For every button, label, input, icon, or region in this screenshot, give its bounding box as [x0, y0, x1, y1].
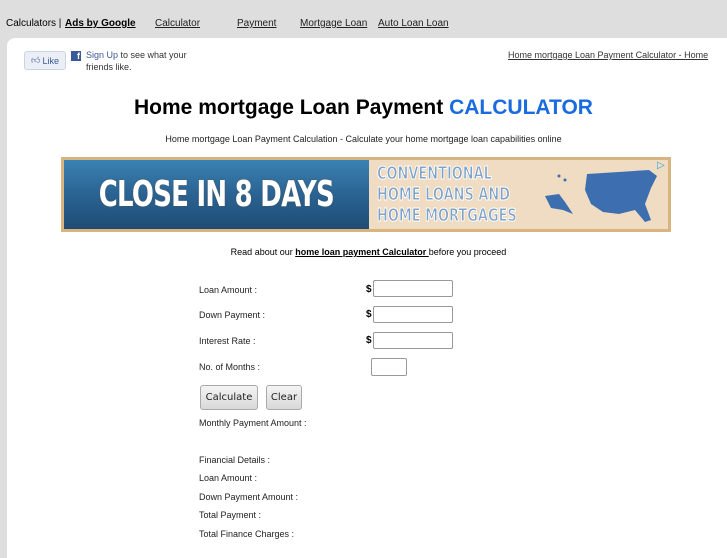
calculator-info-link[interactable]: home loan payment Calculator: [295, 247, 429, 257]
nav-link-calculator[interactable]: Calculator: [155, 18, 200, 29]
interest-rate-label: Interest Rate :: [199, 336, 256, 346]
nav-link-auto-loan[interactable]: Auto Loan Loan: [378, 18, 449, 29]
adchoices-icon[interactable]: ▷: [657, 161, 667, 171]
page-subtitle: Home mortgage Loan Payment Calculation -…: [165, 134, 562, 144]
detail-total-payment: Total Payment :: [199, 510, 262, 520]
nav-link-payment[interactable]: Payment: [237, 18, 276, 29]
facebook-signup-link[interactable]: Sign Up: [86, 50, 118, 60]
currency-symbol: $: [366, 284, 372, 295]
currency-symbol: $: [366, 309, 372, 320]
banner-headline: CLOSE IN 8 DAYS: [64, 160, 369, 229]
advertisement-banner[interactable]: CLOSE IN 8 DAYS CONVENTIONAL HOME LOANS …: [61, 157, 671, 232]
read-about-text: Read about our home loan payment Calcula…: [230, 247, 507, 257]
clear-button[interactable]: Clear: [266, 385, 302, 410]
page-title: Home mortgage Loan Payment CALCULATOR: [134, 96, 593, 119]
loan-amount-label: Loan Amount :: [199, 285, 258, 295]
ads-by-google-link[interactable]: Ads by Google: [65, 18, 136, 29]
us-map-icon: [545, 170, 657, 222]
months-input[interactable]: [371, 358, 407, 376]
like-label: Like: [42, 55, 59, 66]
down-payment-label: Down Payment :: [199, 310, 266, 320]
facebook-like-button[interactable]: 👍︎ Like: [24, 51, 66, 70]
detail-down-payment: Down Payment Amount :: [199, 492, 299, 502]
home-link[interactable]: Home mortgage Loan Payment Calculator - …: [508, 50, 708, 60]
facebook-icon: f: [71, 51, 81, 61]
monthly-payment-label: Monthly Payment Amount :: [199, 418, 307, 428]
down-payment-input[interactable]: [373, 306, 453, 323]
currency-symbol: $: [366, 335, 372, 346]
calculators-label: Calculators |: [6, 18, 62, 29]
banner-text: CONVENTIONAL HOME LOANS AND HOME MORTGAG…: [377, 163, 517, 227]
months-label: No. of Months :: [199, 362, 261, 372]
detail-finance-charges: Total Finance Charges :: [199, 529, 295, 539]
detail-loan-amount: Loan Amount :: [199, 473, 258, 483]
loan-amount-input[interactable]: [373, 280, 453, 297]
thumbs-up-icon: 👍︎: [31, 55, 41, 65]
interest-rate-input[interactable]: [373, 332, 453, 349]
calculate-button[interactable]: Calculate: [200, 385, 258, 410]
banner-right: CONVENTIONAL HOME LOANS AND HOME MORTGAG…: [369, 160, 668, 229]
nav-link-mortgage-loan[interactable]: Mortgage Loan: [300, 18, 367, 29]
facebook-signup-text: Sign Up to see what your friends like.: [86, 50, 187, 72]
financial-details-heading: Financial Details :: [199, 455, 271, 465]
